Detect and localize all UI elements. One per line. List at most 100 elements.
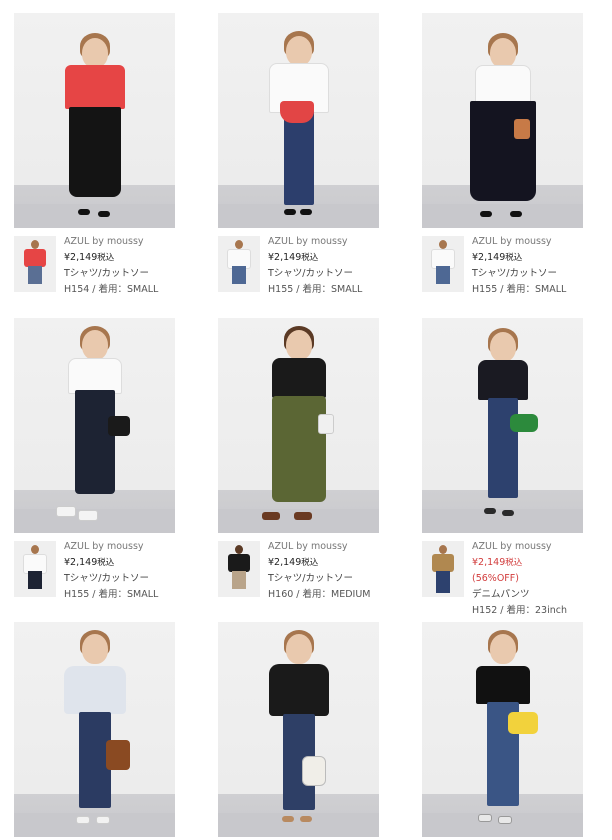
outfit-card[interactable]: AZUL by moussy ¥2,149税込 Tシャツ/カットソー H154 … xyxy=(14,13,175,300)
thumb-bottom xyxy=(232,571,246,589)
brand-link[interactable]: AZUL by moussy xyxy=(64,234,158,250)
shoe xyxy=(76,816,90,824)
shoe xyxy=(510,211,522,217)
category[interactable]: Tシャツ/カットソー xyxy=(268,266,362,282)
shoe xyxy=(96,816,110,824)
outfit-card[interactable] xyxy=(14,622,175,837)
model-head xyxy=(285,634,312,664)
item-thumbnail[interactable] xyxy=(422,541,464,597)
discount-badge: (56%OFF) xyxy=(472,573,519,584)
category[interactable]: Tシャツ/カットソー xyxy=(472,266,566,282)
outfit-card[interactable] xyxy=(218,622,379,837)
outfit-card[interactable] xyxy=(422,622,583,837)
handbag xyxy=(106,740,130,770)
size-info: H155 / 着用：SMALL xyxy=(64,589,159,600)
top-garment xyxy=(477,360,528,400)
top-garment xyxy=(67,358,122,394)
top-garment xyxy=(474,65,531,105)
price: ¥2,149税込 xyxy=(64,555,158,571)
price: ¥2,149税込 xyxy=(268,555,370,571)
size-info: H154 / 着用：SMALL xyxy=(64,284,159,295)
size-info: H155 / 着用：SMALL xyxy=(268,284,363,295)
handbag xyxy=(510,414,538,432)
outfit-photo[interactable] xyxy=(14,318,175,533)
shoe xyxy=(484,508,496,514)
tax-label: 税込 xyxy=(505,558,523,568)
shoe xyxy=(498,816,512,824)
floor xyxy=(14,204,175,228)
brand-link[interactable]: AZUL by moussy xyxy=(64,539,158,555)
top-garment xyxy=(63,666,126,714)
category[interactable]: デニムパンツ xyxy=(472,587,567,603)
model-head xyxy=(81,330,108,360)
shoe xyxy=(294,512,312,520)
price-value: ¥2,149 xyxy=(268,252,302,263)
category[interactable]: Tシャツ/カットソー xyxy=(268,571,370,587)
item-thumbnail[interactable] xyxy=(14,236,56,292)
item-thumbnail[interactable] xyxy=(422,236,464,292)
outfit-card[interactable]: AZUL by moussy ¥2,149税込 Tシャツ/カットソー H160 … xyxy=(218,318,379,605)
top-garment xyxy=(271,358,326,398)
brand-link[interactable]: AZUL by moussy xyxy=(472,234,566,250)
category[interactable]: Tシャツ/カットソー xyxy=(64,266,158,282)
thumb-bottom xyxy=(28,266,42,284)
outfit-card[interactable]: AZUL by moussy ¥2,149税込 Tシャツ/カットソー H155 … xyxy=(422,13,583,300)
shoe xyxy=(284,209,296,215)
tax-label: 税込 xyxy=(301,558,319,568)
size-info: H152 / 着用：23inch xyxy=(472,605,568,616)
thumb-head xyxy=(235,240,243,249)
size-info: H160 / 着用：MEDIUM xyxy=(268,589,371,600)
shoe xyxy=(282,816,294,822)
price: ¥2,149税込 xyxy=(268,250,362,266)
outfit-photo[interactable] xyxy=(14,622,175,837)
top-garment xyxy=(64,65,125,109)
brand-link[interactable]: AZUL by moussy xyxy=(268,539,370,555)
outfit-photo[interactable] xyxy=(218,622,379,837)
brand-link[interactable]: AZUL by moussy xyxy=(268,234,362,250)
thumb-head xyxy=(31,240,39,249)
bottom-garment xyxy=(271,396,326,502)
item-thumbnail[interactable] xyxy=(218,541,260,597)
outfit-photo[interactable] xyxy=(14,13,175,228)
thumb-top xyxy=(432,554,454,572)
shoe xyxy=(502,510,514,516)
model-head xyxy=(489,38,516,68)
outfit-photo[interactable] xyxy=(218,13,379,228)
brand-link[interactable]: AZUL by moussy xyxy=(472,539,567,555)
thumb-head xyxy=(235,545,243,554)
shoe xyxy=(300,209,312,215)
price-value: ¥2,149 xyxy=(472,252,506,263)
outfit-card[interactable]: AZUL by moussy ¥2,149税込 Tシャツ/カットソー H155 … xyxy=(218,13,379,300)
outfit-photo[interactable] xyxy=(422,318,583,533)
handbag xyxy=(108,416,130,436)
thumb-bottom xyxy=(436,571,450,593)
bottom-garment xyxy=(74,390,115,494)
handbag xyxy=(302,756,326,786)
item-thumbnail[interactable] xyxy=(14,541,56,597)
floor xyxy=(422,204,583,228)
bottom-garment xyxy=(68,107,121,197)
model-head xyxy=(285,330,312,360)
outfit-card[interactable]: AZUL by moussy ¥2,149税込 Tシャツ/カットソー H155 … xyxy=(14,318,175,605)
outfit-photo[interactable] xyxy=(422,13,583,228)
thumb-head xyxy=(439,240,447,249)
bottom-garment xyxy=(283,109,314,205)
outfit-photo[interactable] xyxy=(422,622,583,837)
outfit-photo[interactable] xyxy=(218,318,379,533)
thumb-bottom xyxy=(28,571,42,589)
shoe xyxy=(98,211,110,217)
thumb-bottom xyxy=(436,266,450,284)
thumb-bottom xyxy=(232,266,246,284)
model-head xyxy=(489,332,516,362)
item-thumbnail[interactable] xyxy=(218,236,260,292)
thumb-top xyxy=(24,249,46,267)
model-head xyxy=(81,634,108,664)
shoe xyxy=(78,510,98,521)
thumb-head xyxy=(31,545,39,554)
price: ¥2,149税込 xyxy=(472,250,566,266)
shoe xyxy=(478,814,492,822)
category[interactable]: Tシャツ/カットソー xyxy=(64,571,158,587)
outfit-card[interactable]: AZUL by moussy ¥2,149税込 (56%OFF) デニムパンツ … xyxy=(422,318,583,616)
top-garment xyxy=(475,666,530,704)
tax-label: 税込 xyxy=(97,558,115,568)
